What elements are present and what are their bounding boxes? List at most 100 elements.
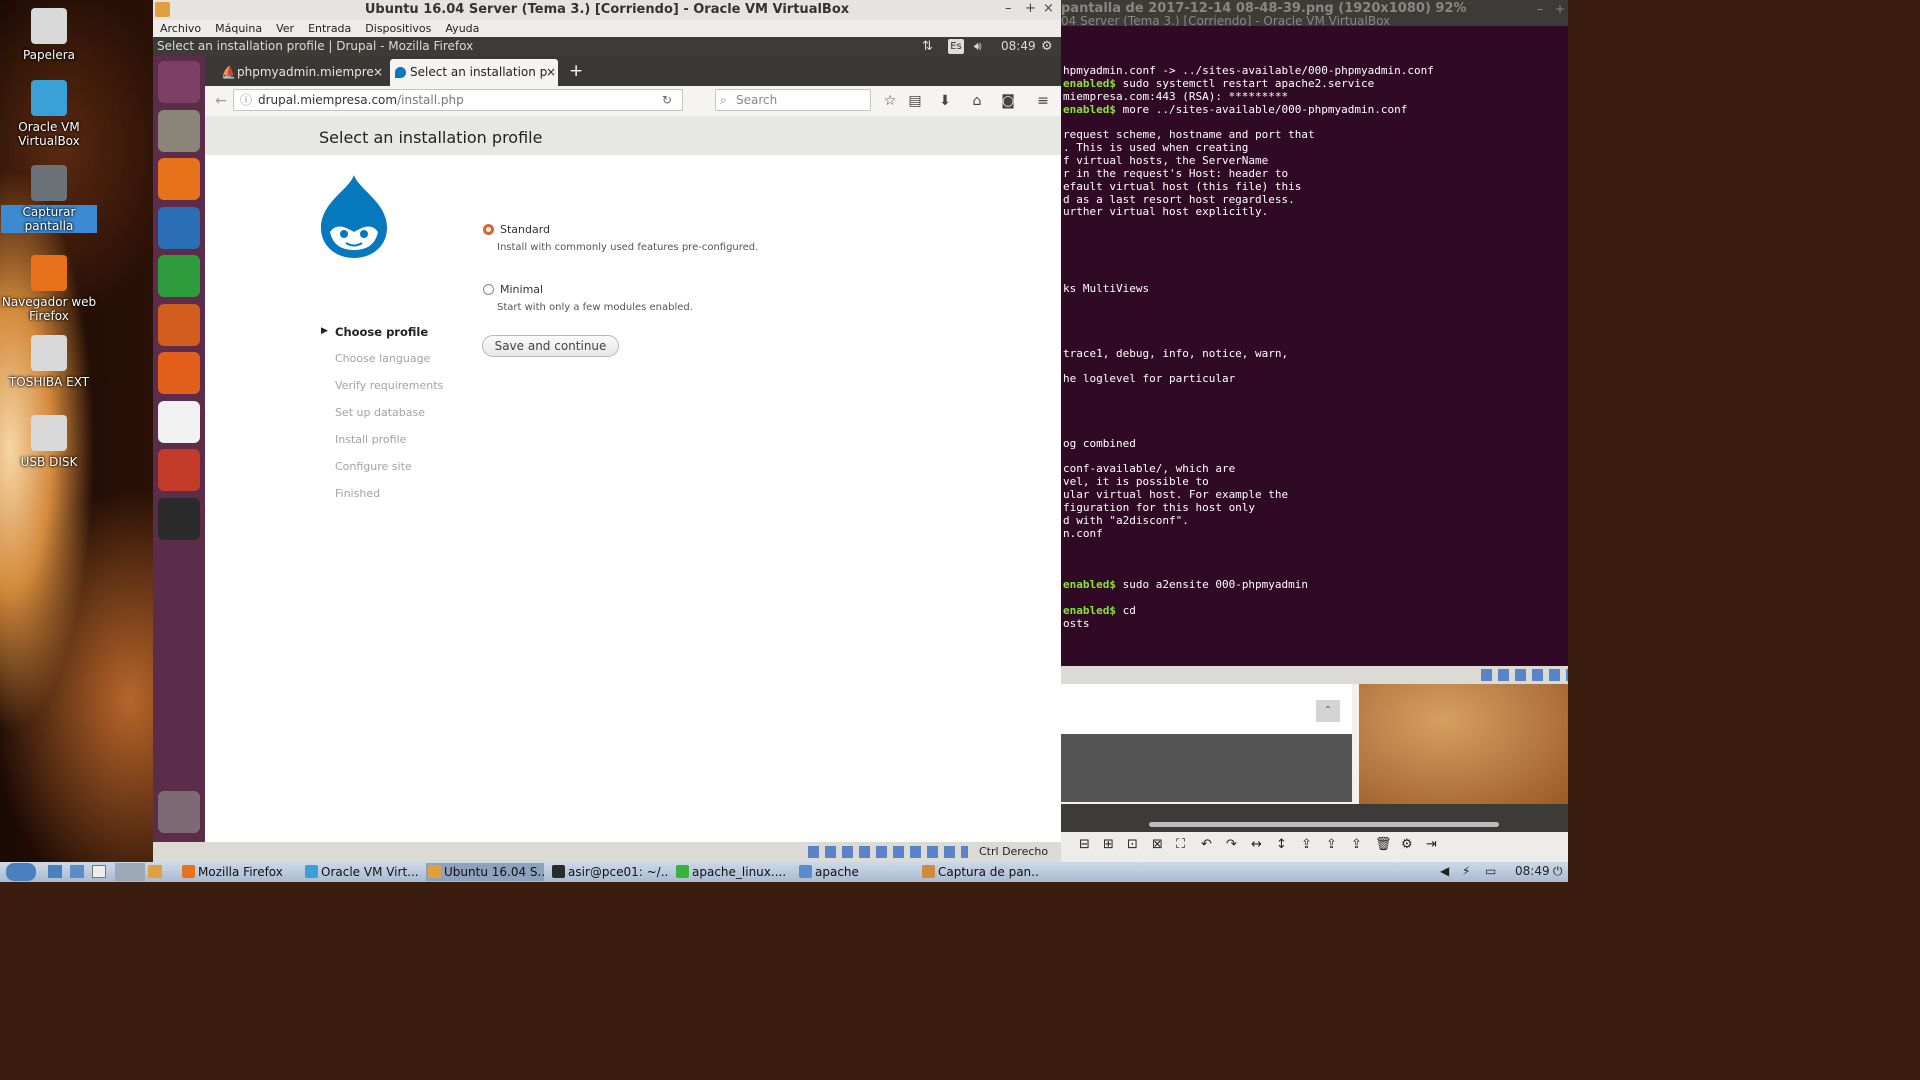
url-bar[interactable]: ⓘ drupal.miempresa.com/install.php ↻	[233, 89, 683, 111]
impress-icon[interactable]	[158, 303, 200, 346]
new-tab-button[interactable]: +	[569, 61, 583, 81]
workspace-icon[interactable]	[70, 865, 84, 878]
menu-item[interactable]: Dispositivos	[358, 20, 438, 37]
tab-select-installation[interactable]: Select an installation p ×	[390, 59, 558, 86]
power-icon[interactable]: ⚡	[1462, 864, 1470, 878]
exit-icon[interactable]: ⇥	[1426, 837, 1437, 852]
desktop-icon[interactable]: TOSHIBA EXT	[1, 335, 97, 389]
menu-item[interactable]: Ver	[269, 20, 301, 37]
profile-label[interactable]: Minimal	[500, 283, 543, 296]
search-bar[interactable]: ⌕ Search	[715, 89, 871, 111]
writer-icon[interactable]	[158, 206, 200, 249]
software-center-icon[interactable]	[158, 352, 200, 394]
horizontal-scrollbar[interactable]	[1149, 822, 1499, 827]
wallpaper-fragment	[1359, 684, 1568, 804]
power-icon[interactable]: ⏻	[1553, 864, 1563, 879]
tab-close-icon[interactable]: ×	[546, 59, 556, 86]
taskbar-item[interactable]: Ubuntu 16.04 S...	[426, 863, 544, 881]
reading-list-icon[interactable]: ▤	[905, 91, 925, 111]
flip-vertical-icon[interactable]: ↕	[1276, 837, 1287, 852]
desktop-icon[interactable]: USB DISK	[1, 415, 97, 469]
upload-icon[interactable]: ⇪	[1326, 837, 1337, 852]
install-step: Finished	[335, 487, 381, 500]
hamburger-menu-icon[interactable]: ≡	[1033, 91, 1053, 111]
camera-icon	[31, 165, 67, 201]
close-icon[interactable]: ×	[1043, 1, 1054, 16]
pager-icon[interactable]	[115, 863, 145, 881]
install-step: Set up database	[335, 406, 426, 419]
maximize-icon[interactable]: +	[1025, 1, 1036, 16]
menu-item[interactable]: Ayuda	[438, 20, 486, 37]
menu-item[interactable]: Entrada	[301, 20, 358, 37]
profile-radio[interactable]	[483, 224, 494, 235]
maximize-icon[interactable]: +	[1555, 2, 1565, 16]
keyboard-layout-indicator[interactable]: Es	[948, 39, 964, 54]
downloads-icon[interactable]: ⬇	[935, 91, 955, 111]
display-icon[interactable]: ▭	[1485, 864, 1496, 878]
bookmark-star-icon[interactable]: ☆	[880, 91, 900, 111]
files-icon[interactable]	[158, 109, 200, 152]
home-icon[interactable]: ⌂	[967, 91, 987, 111]
info-icon[interactable]: ⓘ	[240, 90, 252, 110]
rotate-left-icon[interactable]: ↶	[1201, 837, 1212, 852]
settings-gear-icon[interactable]: ⚙	[1041, 37, 1053, 56]
reload-icon[interactable]: ↻	[662, 90, 672, 110]
terminal-text: og combined	[1063, 436, 1136, 450]
start-menu-icon[interactable]	[6, 863, 36, 881]
trash-icon[interactable]	[158, 791, 200, 833]
network-icon[interactable]: ⇅	[922, 37, 933, 56]
taskbar-item[interactable]: asir@pce01: ~/...	[550, 863, 668, 881]
terminal-text: conf-available/, which are	[1063, 462, 1236, 476]
rotate-right-icon[interactable]: ↷	[1226, 837, 1237, 852]
minimize-icon[interactable]: –	[1537, 2, 1543, 16]
tab-phpmyadmin[interactable]: ⛵ phpmyadmin.miempre ×	[217, 59, 385, 86]
window-icon[interactable]	[92, 865, 106, 878]
zoom-in-icon[interactable]: ⊞	[1103, 837, 1114, 852]
volume-icon[interactable]: 🔊︎	[974, 37, 982, 56]
taskbar-item[interactable]: apache	[797, 863, 915, 881]
delete-icon[interactable]: 🗑︎	[1375, 837, 1392, 852]
menu-item[interactable]: Máquina	[208, 20, 269, 37]
taskbar-item[interactable]: Mozilla Firefox	[180, 863, 298, 881]
terminal-icon[interactable]	[158, 497, 200, 540]
desktop-icon[interactable]: Oracle VM VirtualBox	[1, 80, 97, 148]
host-clock[interactable]: 08:49	[1515, 864, 1550, 878]
minimize-icon[interactable]: –	[1005, 1, 1012, 16]
ubuntu-dash-icon[interactable]	[158, 61, 200, 103]
calc-icon[interactable]	[158, 255, 200, 297]
firefox-icon[interactable]	[158, 158, 200, 200]
actual-size-icon[interactable]: ⊠	[1152, 837, 1163, 852]
zoom-out-icon[interactable]: ⊟	[1079, 837, 1090, 852]
terminal-text: . This is used when creating	[1063, 141, 1249, 155]
upload-icon[interactable]: ⇪	[1351, 837, 1362, 852]
desktop-icon[interactable]: Capturar pantalla	[1, 165, 97, 233]
fullscreen-icon[interactable]: ⛶	[1176, 837, 1185, 852]
menu-item[interactable]: Archivo	[153, 20, 208, 37]
vm-window-icon[interactable]	[148, 865, 162, 878]
guest-clock[interactable]: 08:49	[1001, 37, 1036, 56]
terminal-line: ks MultiViews	[1063, 282, 1149, 295]
amazon-icon[interactable]	[158, 400, 200, 443]
save-and-continue-button[interactable]: Save and continue	[482, 335, 619, 357]
upload-icon[interactable]: ⇪	[1301, 837, 1312, 852]
back-arrow-icon[interactable]: ←	[211, 91, 231, 111]
pocket-icon[interactable]: ◙	[998, 91, 1018, 111]
taskbar-item-label: Captura de pan...	[938, 865, 1038, 879]
taskbar-item[interactable]: Oracle VM Virt...	[303, 863, 421, 881]
profile-label[interactable]: Standard	[500, 223, 550, 236]
fit-window-icon[interactable]: ⊡	[1127, 837, 1138, 852]
device-status-icons[interactable]	[808, 846, 968, 858]
taskbar-item[interactable]: apache_linux....	[674, 863, 792, 881]
volume-icon[interactable]: ◀	[1440, 864, 1449, 878]
settings-gear-icon[interactable]: ⚙	[1401, 837, 1413, 852]
desktop-icon[interactable]: Papelera	[1, 8, 97, 62]
desktop-icon[interactable]: Navegador web Firefox	[1, 255, 97, 323]
show-desktop-icon[interactable]	[48, 865, 62, 878]
scroll-up-icon[interactable]: ⌃	[1316, 700, 1340, 722]
profile-radio[interactable]	[483, 284, 494, 295]
tab-close-icon[interactable]: ×	[373, 59, 383, 86]
flip-horizontal-icon[interactable]: ↔	[1251, 837, 1262, 852]
system-settings-icon[interactable]	[158, 449, 200, 491]
taskbar-item[interactable]: Captura de pan...	[920, 863, 1038, 881]
terminal-text: he loglevel for particular	[1063, 372, 1236, 386]
